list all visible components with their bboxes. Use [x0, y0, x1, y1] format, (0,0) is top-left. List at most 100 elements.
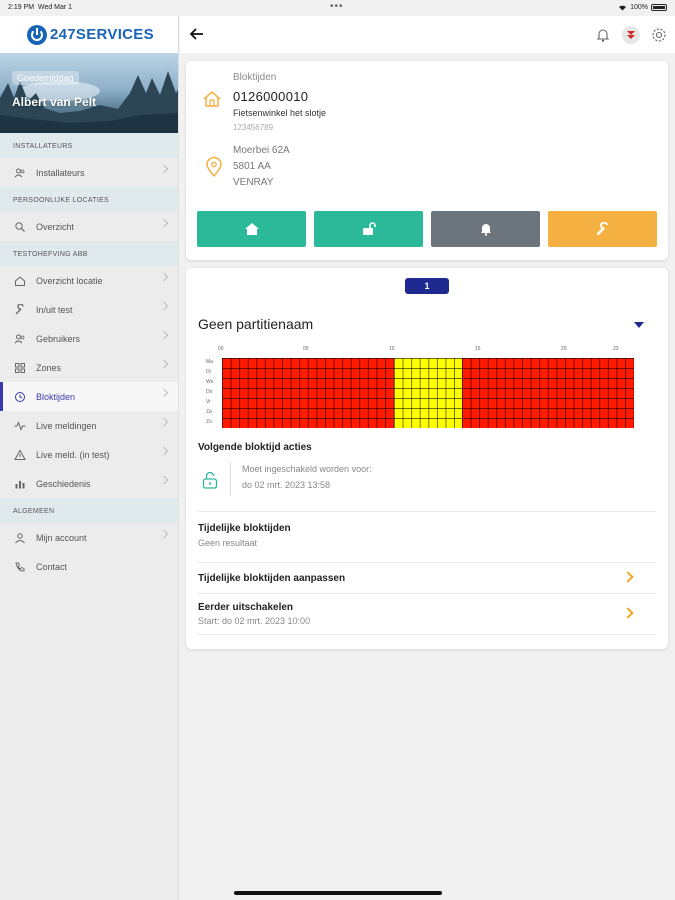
location-section-label: Bloktijden — [233, 72, 277, 83]
chevron-right-icon — [159, 529, 169, 539]
alarm-badge-icon[interactable] — [621, 25, 641, 45]
next-action-datetime: do 02 mrt. 2023 13:58 — [242, 480, 331, 490]
sidebar-item-label: Overzicht — [36, 221, 75, 232]
phone-icon — [14, 561, 26, 573]
sidebar-item-label: Installateurs — [36, 167, 85, 178]
day-label: Di — [206, 369, 211, 375]
multitask-dots[interactable]: ••• — [330, 1, 344, 12]
chevron-right-icon — [159, 446, 169, 456]
brand-logo[interactable]: 247SERVICES — [0, 16, 178, 53]
back-arrow-icon[interactable] — [188, 25, 206, 43]
section-algemeen: ALGEMEEN — [0, 498, 178, 523]
hour-label: 20 — [561, 346, 567, 352]
person-icon — [14, 532, 26, 544]
temp-bloktijden-value: Geen resultaat — [198, 538, 258, 548]
day-label: Ma — [206, 359, 213, 365]
sidebar-item-bloktijden[interactable]: Bloktijden — [0, 382, 178, 411]
divider — [198, 511, 656, 512]
sidebar-item-overzicht[interactable]: Overzicht — [0, 212, 178, 241]
pulse-icon — [14, 420, 26, 432]
section-testohefving: TESTOHEFVING ABB — [0, 241, 178, 266]
day-label: Zo — [206, 419, 212, 425]
chevron-right-icon — [159, 164, 169, 174]
next-action-title: Volgende bloktijd acties — [198, 442, 312, 453]
alarm-action-button[interactable] — [431, 211, 540, 247]
home-outline-icon — [203, 91, 221, 107]
sidebar-item-label: Live meld. (in test) — [36, 449, 110, 460]
partition-name: Geen partitienaam — [198, 316, 314, 332]
sidebar-item-contact[interactable]: Contact — [0, 552, 178, 581]
sidebar-item-geschiedenis[interactable]: Geschiedenis — [0, 469, 178, 498]
brand-name: 247SERVICES — [50, 26, 154, 43]
forest-background-image — [0, 71, 178, 133]
unlock-action-button[interactable] — [314, 211, 423, 247]
chevron-right-icon — [159, 218, 169, 228]
hour-label: 15 — [475, 346, 481, 352]
sidebar-item-live-meldingen[interactable]: Live meldingen — [0, 411, 178, 440]
greeting-badge: Goedemiddag — [12, 71, 79, 85]
next-action-description: Moet ingeschakeld worden voor: — [242, 464, 372, 474]
section-installateurs: INSTALLATEURS — [0, 133, 178, 158]
chevron-right-icon — [159, 475, 169, 485]
partition-number-tab[interactable]: 1 — [405, 278, 449, 294]
location-card: Bloktijden 0126000010 Fietsenwinkel het … — [186, 61, 668, 260]
home-indicator[interactable] — [234, 891, 442, 895]
status-bar: 2:19 PM Wed Mar 1 ••• 100% — [0, 0, 675, 16]
profile-header: Goedemiddag Albert van Pelt — [0, 53, 178, 133]
location-code: 0126000010 — [233, 89, 309, 104]
people-icon — [14, 333, 26, 345]
day-label: Wo — [206, 379, 214, 385]
day-label: Za — [206, 409, 212, 415]
status-right: 100% — [618, 4, 667, 11]
chevron-right-icon — [159, 359, 169, 369]
address-postcode: 5801 AA — [233, 161, 271, 172]
hour-label: 10 — [389, 346, 395, 352]
adjust-temp-row[interactable]: Tijdelijke bloktijden aanpassen — [186, 563, 668, 593]
day-label: Do — [206, 389, 213, 395]
clock-icon — [14, 391, 26, 403]
sidebar-item-label: Geschiedenis — [36, 478, 91, 489]
sidebar-item-in-uit-test[interactable]: In/uit test — [0, 295, 178, 324]
toolbar-icons — [595, 25, 667, 45]
chevron-right-icon — [159, 301, 169, 311]
temp-bloktijden-title: Tijdelijke bloktijden — [198, 523, 291, 534]
sidebar-item-live-meld-in-test[interactable]: Live meld. (in test) — [0, 440, 178, 469]
unlock-icon — [202, 471, 218, 489]
people-icon — [14, 167, 26, 179]
warning-icon — [14, 448, 26, 461]
hour-label: 05 — [303, 346, 309, 352]
sidebar-item-overzicht-locatie[interactable]: Overzicht locatie — [0, 266, 178, 295]
partition-card: 1 Geen partitienaam 00 05 10 15 20 23 Ma… — [186, 268, 668, 649]
sidebar-item-installateurs[interactable]: Installateurs — [0, 158, 178, 187]
locked-period-evening[interactable] — [462, 358, 634, 428]
sidebar-item-zones[interactable]: Zones — [0, 353, 178, 382]
address-street: Moerbei 62A — [233, 145, 290, 156]
action-buttons — [197, 211, 657, 247]
battery-icon — [651, 4, 667, 11]
section-persoonlijke-locaties: PERSOONLIJKE LOCATIES — [0, 187, 178, 212]
status-time: 2:19 PM Wed Mar 1 — [8, 4, 73, 11]
sidebar-item-label: Live meldingen — [36, 420, 97, 431]
home-icon — [14, 275, 26, 287]
bell-icon[interactable] — [595, 27, 611, 43]
sidebar-item-label: Mijn account — [36, 532, 87, 543]
partition-dropdown-icon[interactable] — [634, 322, 644, 328]
gear-icon[interactable] — [651, 27, 667, 43]
unlocked-period[interactable] — [393, 358, 463, 428]
chevron-right-icon — [159, 388, 169, 398]
sidebar-item-label: Gebruikers — [36, 333, 81, 344]
home-icon — [244, 223, 259, 235]
disable-earlier-start: Start: do 02 mrt. 2023 10:00 — [198, 616, 311, 626]
schedule-grid[interactable] — [222, 358, 634, 428]
divider-vertical — [230, 462, 231, 496]
sidebar-item-gebruikers[interactable]: Gebruikers — [0, 324, 178, 353]
home-action-button[interactable] — [197, 211, 306, 247]
locked-period-morning[interactable] — [222, 358, 394, 428]
sidebar-item-label: Contact — [36, 561, 68, 572]
maintenance-action-button[interactable] — [548, 211, 657, 247]
sidebar-item-label: In/uit test — [36, 304, 73, 315]
sidebar-item-mijn-account[interactable]: Mijn account — [0, 523, 178, 552]
disable-earlier-label: Eerder uitschakelen — [198, 602, 294, 613]
day-label: Vr — [206, 399, 211, 405]
disable-earlier-row[interactable]: Eerder uitschakelen Start: do 02 mrt. 20… — [186, 594, 668, 634]
